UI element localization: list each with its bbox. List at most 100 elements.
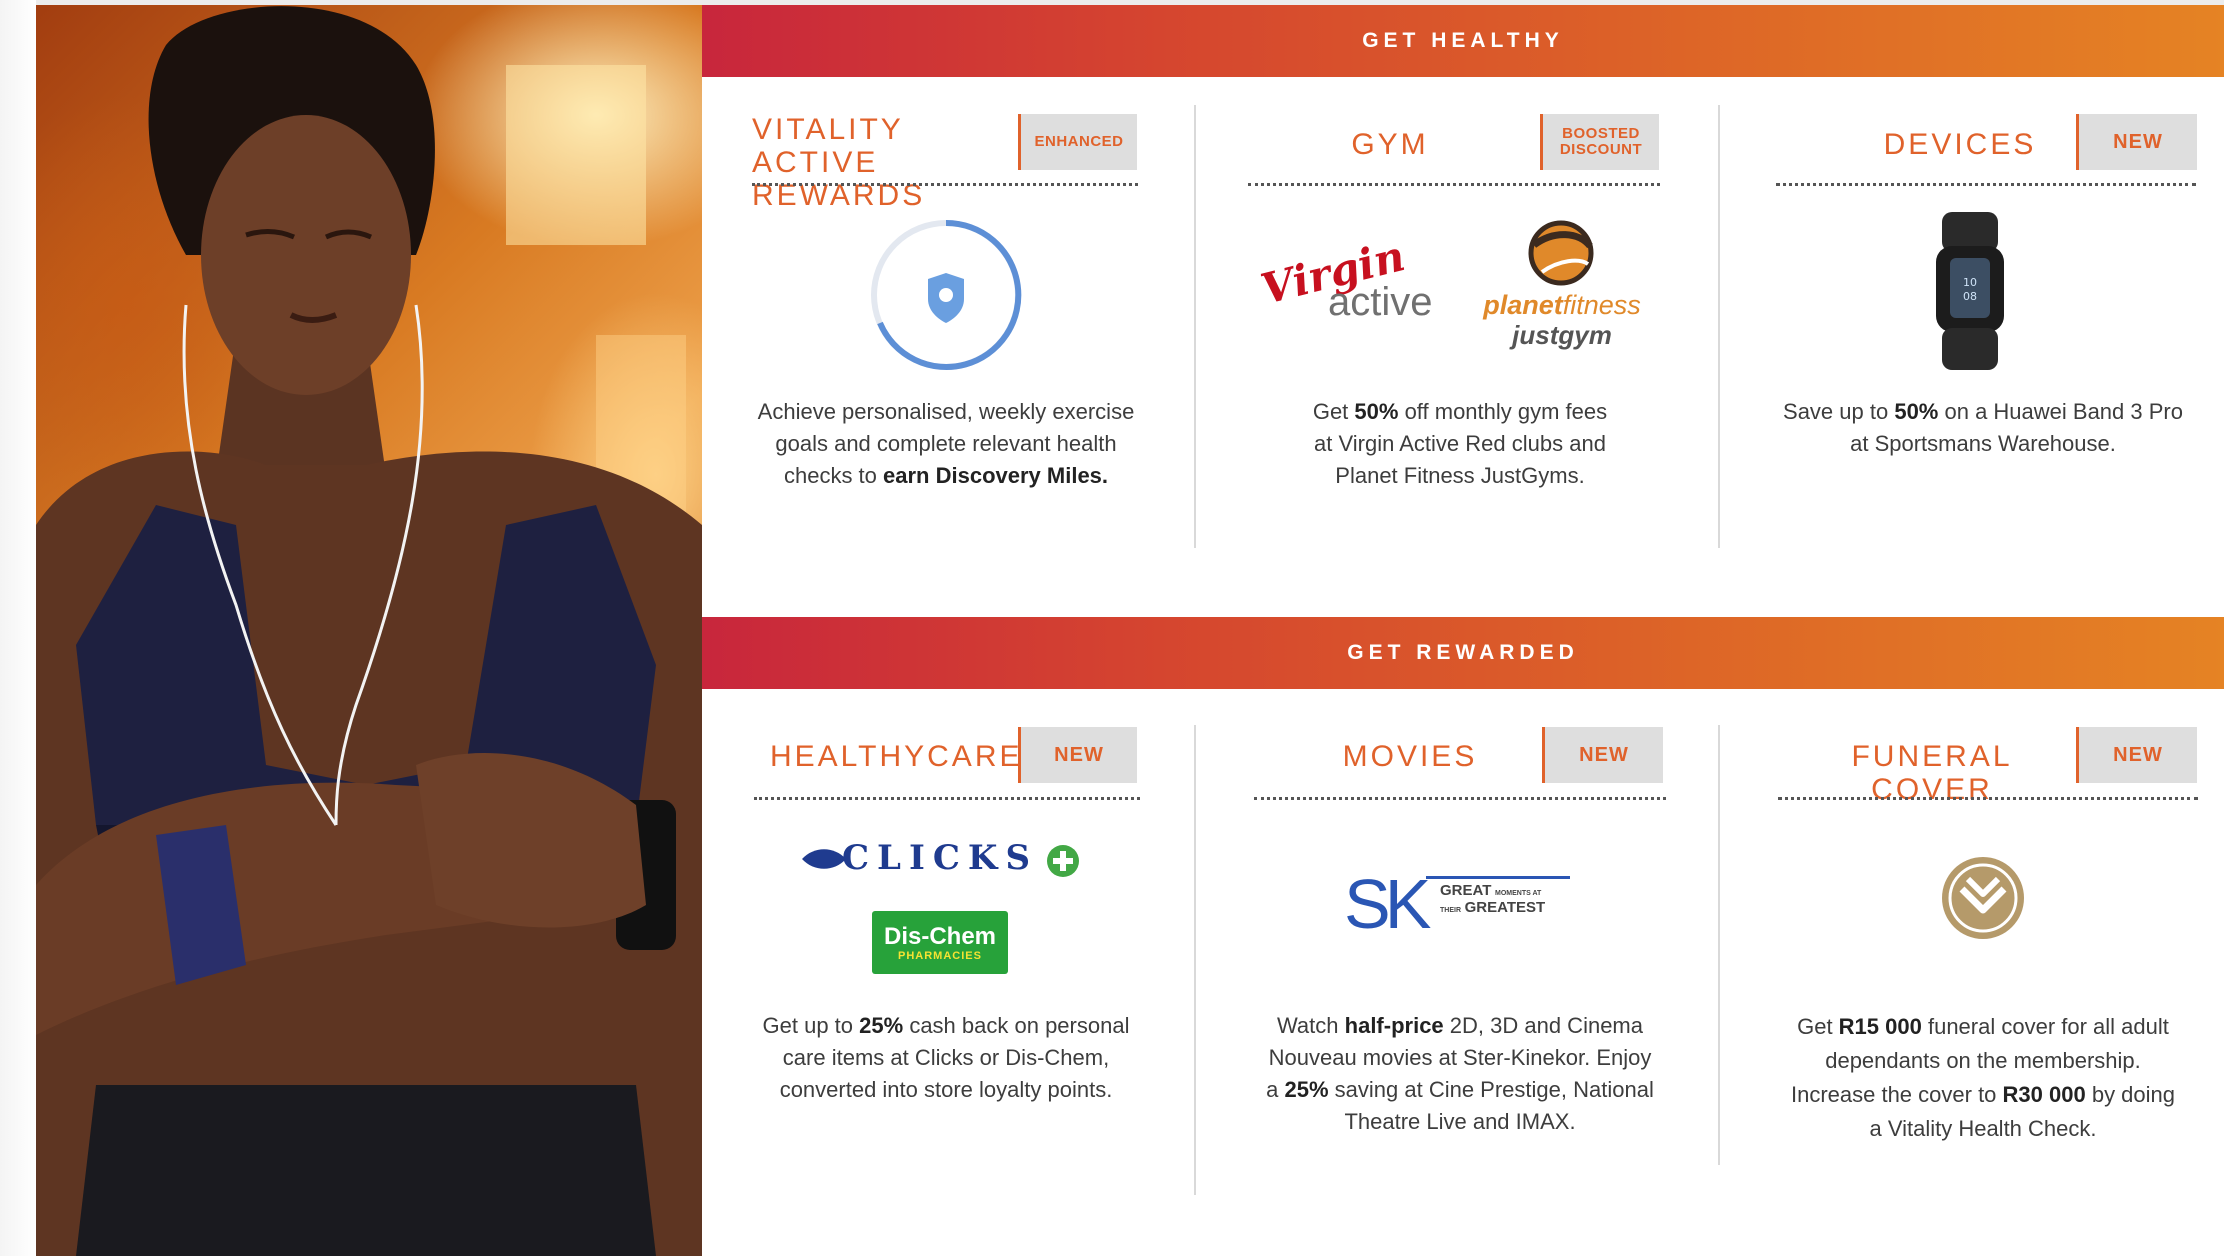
description-text: cash back on personal	[903, 1013, 1130, 1038]
clicks-logo: CLICKS	[800, 838, 1090, 882]
card-title-line: VITALITY ACTIVE	[752, 113, 904, 179]
description-text: Save up to	[1783, 399, 1895, 424]
dotted-separator	[1248, 183, 1660, 186]
fitness-word: fitness	[1562, 290, 1641, 320]
description-highlight: R15 000	[1838, 1014, 1922, 1039]
description-text: on a Huawei Band 3 Pro	[1938, 399, 2183, 424]
badge-label: ENHANCED	[1034, 133, 1124, 150]
hero-photo	[36, 5, 702, 1256]
badge-new: NEW	[2076, 114, 2197, 170]
vitality-ring-shield-icon	[871, 219, 1022, 370]
active-word: active	[1328, 280, 1433, 324]
dischem-wordmark: Dis-Chem	[883, 922, 997, 950]
planet-fitness-logo: planetfitness justgym	[1472, 220, 1652, 350]
description-line: converted into store loyalty points.	[779, 1077, 1113, 1102]
description-highlight: R30 000	[2002, 1082, 2086, 1107]
description-line: Achieve personalised, weekly exercise	[757, 399, 1135, 424]
sk-tagline-small: THEIR	[1440, 907, 1461, 914]
card-title: DEVICES	[1860, 128, 2060, 161]
description-text: Increase the cover to	[1790, 1082, 2003, 1107]
description-text: Get up to	[762, 1013, 860, 1038]
description-line: Nouveau movies at Ster-Kinekor. Enjoy	[1268, 1045, 1652, 1070]
description-line: at Sportsmans Warehouse.	[1850, 431, 2116, 456]
planet-globe-icon	[1528, 220, 1594, 286]
card-description: Get up to 25% cash back on personal care…	[736, 1010, 1156, 1106]
card-description: Get R15 000 funeral cover for all adult …	[1768, 1010, 2198, 1146]
description-highlight: half-price	[1344, 1013, 1444, 1038]
sk-wordmark: SK	[1344, 865, 1431, 943]
sk-tagline-word: GREAT	[1440, 882, 1492, 899]
card-title-text: MOVIES	[1342, 740, 1478, 773]
card-title-text: HEALTHYCARE	[770, 740, 1023, 773]
section-title: GET REWARDED	[1347, 641, 1579, 664]
dotted-separator	[1254, 797, 1666, 800]
card-description: Save up to 50% on a Huawei Band 3 Pro at…	[1768, 396, 2198, 460]
section-header-get-rewarded: GET REWARDED	[702, 617, 2224, 689]
description-text: 2D, 3D and Cinema	[1443, 1013, 1643, 1038]
description-line: dependants on the membership.	[1825, 1048, 2141, 1073]
athlete-illustration	[36, 6, 702, 1256]
description-highlight: earn Discovery Miles.	[883, 463, 1109, 488]
card-title-text: DEVICES	[1883, 128, 2037, 161]
card-title: MOVIES	[1330, 740, 1490, 773]
justgym-wordmark: justgym	[1472, 320, 1652, 351]
clicks-cross-icon	[1047, 845, 1079, 877]
description-text: funeral cover for all adult	[1921, 1014, 2169, 1039]
card-title: VITALITY ACTIVE REWARDS	[752, 113, 1002, 212]
dotted-separator	[1778, 797, 2198, 800]
card-description: Watch half-price 2D, 3D and Cinema Nouve…	[1250, 1010, 1670, 1138]
dotted-separator	[1776, 183, 2196, 186]
sk-tagline-word: GREATEST	[1464, 899, 1546, 916]
column-divider	[1718, 725, 1720, 1165]
description-text: Get	[1797, 1014, 1839, 1039]
sk-tagline: GREAT MOMENTS AT THEIR GREATEST	[1440, 882, 1546, 918]
card-description: Get 50% off monthly gym fees at Virgin A…	[1250, 396, 1670, 492]
description-text: off monthly gym fees	[1398, 399, 1608, 424]
sk-rule	[1426, 876, 1570, 879]
justgym-word: justgym	[1512, 320, 1612, 350]
section-header-get-healthy: GET HEALTHY	[702, 5, 2224, 77]
badge-label: BOOSTED	[1562, 125, 1640, 142]
virgin-active-logo: Virgin active	[1256, 231, 1440, 335]
badge-label: DISCOUNT	[1559, 141, 1643, 158]
badge-label: NEW	[2113, 743, 2163, 766]
description-line: Theatre Live and IMAX.	[1344, 1109, 1576, 1134]
description-line: care items at Clicks or Dis-Chem,	[782, 1045, 1110, 1070]
badge-label: NEW	[1579, 743, 1629, 766]
column-divider	[1718, 105, 1720, 548]
card-description: Achieve personalised, weekly exercise go…	[736, 396, 1156, 492]
planet-word: planet	[1483, 290, 1563, 320]
page-left-shadow	[0, 0, 36, 1256]
description-highlight: 50%	[1894, 399, 1939, 424]
description-text: Watch	[1276, 1013, 1345, 1038]
card-title: HEALTHYCARE	[770, 740, 1020, 773]
badge-new: NEW	[1018, 727, 1137, 783]
badge-label: NEW	[1054, 743, 1104, 766]
badge-label: NEW	[2113, 130, 2163, 153]
description-line: Planet Fitness JustGyms.	[1335, 463, 1585, 488]
badge-enhanced: ENHANCED	[1018, 114, 1137, 170]
section-title: GET HEALTHY	[1362, 29, 1564, 52]
svg-text:08: 08	[1963, 290, 1977, 303]
badge-new: NEW	[1542, 727, 1663, 783]
clicks-wordmark: CLICKS	[842, 838, 1039, 878]
badge-boosted-discount: BOOSTED DISCOUNT	[1540, 114, 1659, 170]
description-highlight: 25%	[1284, 1077, 1329, 1102]
description-line: a Vitality Health Check.	[1869, 1116, 2097, 1141]
card-title-text: GYM	[1351, 128, 1429, 161]
description-highlight: 50%	[1354, 399, 1399, 424]
description-line: at Virgin Active Red clubs and	[1314, 431, 1606, 456]
discovery-logo-icon	[1942, 857, 2024, 939]
fitness-band-icon: 10 08	[1936, 212, 2004, 370]
badge-new: NEW	[2076, 727, 2197, 783]
description-text: a	[1266, 1077, 1285, 1102]
description-line: goals and complete relevant health	[775, 431, 1117, 456]
card-title: GYM	[1300, 128, 1480, 161]
description-text: by doing	[2085, 1082, 2176, 1107]
sk-tagline-small: MOMENTS AT	[1495, 890, 1542, 897]
column-divider	[1194, 105, 1196, 548]
ster-kinekor-logo: SK GREAT MOMENTS AT THEIR GREATEST	[1344, 868, 1574, 942]
column-divider	[1194, 725, 1196, 1195]
description-highlight: 25%	[859, 1013, 904, 1038]
planet-fitness-wordmark: planetfitness	[1472, 290, 1652, 321]
